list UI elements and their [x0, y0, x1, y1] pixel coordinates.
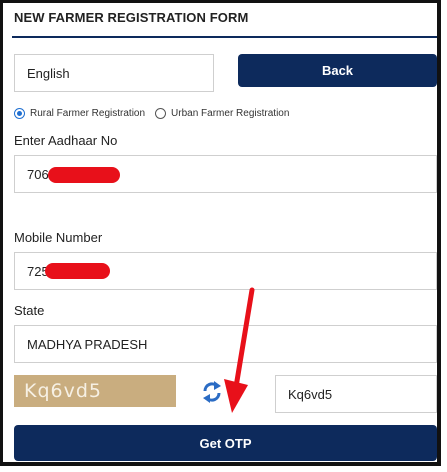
rural-radio-label[interactable]: Rural Farmer Registration: [30, 108, 145, 119]
captcha-input-value: Kq6vd5: [288, 386, 333, 402]
aadhaar-value: 706: [27, 166, 49, 182]
back-button[interactable]: Back: [238, 54, 437, 87]
urban-radio-label[interactable]: Urban Farmer Registration: [171, 108, 289, 119]
captcha-image: Kq6vd5: [14, 375, 176, 407]
language-select[interactable]: English: [14, 54, 214, 92]
arrow-down-icon: [224, 287, 255, 413]
state-label: State: [14, 303, 45, 318]
title-divider: [12, 36, 437, 38]
language-value: English: [27, 65, 70, 81]
state-value: MADHYA PRADESH: [27, 336, 148, 352]
registration-type-group: Rural Farmer Registration Urban Farmer R…: [14, 108, 289, 119]
rural-radio[interactable]: [14, 108, 25, 119]
aadhaar-redaction: [48, 167, 120, 183]
refresh-icon[interactable]: [201, 379, 223, 405]
aadhaar-label: Enter Aadhaar No: [14, 133, 118, 148]
form-title: NEW FARMER REGISTRATION FORM: [14, 10, 249, 25]
get-otp-button[interactable]: Get OTP: [14, 425, 437, 461]
urban-radio[interactable]: [155, 108, 167, 119]
captcha-input[interactable]: Kq6vd5: [275, 375, 437, 413]
mobile-redaction: [45, 263, 110, 279]
mobile-label: Mobile Number: [14, 230, 103, 245]
